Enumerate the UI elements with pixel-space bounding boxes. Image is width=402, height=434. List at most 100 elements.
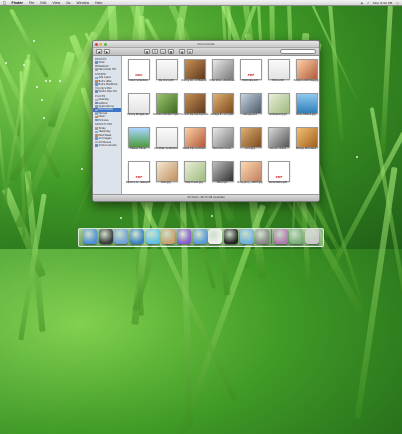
menu-view[interactable]: View [53,1,61,5]
finder-window: Documents ◀ ▶ ▣ ☰ ◫ ▩ ◉ ⚙ DEVICES iDisk Ne… [92,40,320,202]
forward-button[interactable]: ▶ [104,49,110,54]
quick-look-button[interactable]: ◉ [179,49,185,54]
image-thumbnail-icon [184,93,206,114]
file-name: Martin's S... Sale.pdf [125,181,151,184]
menu-file[interactable]: File [29,1,34,5]
file-icon-item[interactable]: DMA Chor...daddress [209,58,235,86]
preview-icon[interactable] [239,229,254,244]
file-icon-item[interactable]: Garage R...ion.pptx [209,92,235,120]
file-name: Kauai trip.numbers [182,147,206,150]
file-name: Nina_and_...2007.jpg [237,181,263,184]
ical-icon[interactable] [208,229,223,244]
icon-view-button[interactable]: ▣ [144,49,150,54]
menu-app-name[interactable]: Finder [11,1,23,5]
document-icon: DOC [128,59,150,80]
file-name: London Trains [269,147,287,150]
grass-blade [380,5,393,155]
file-icon-item[interactable]: PDF Martin's S... Sale.pdf [125,160,151,188]
menu-clock[interactable]: Mon 8:00 PM [373,1,392,5]
itunes-icon[interactable] [176,229,191,244]
spotlight-icon[interactable]: ○ [396,1,399,5]
menu-help[interactable]: Help [95,1,102,5]
file-icon-item[interactable]: Kauai trip.numbers [181,126,207,154]
ichat-icon[interactable] [145,229,160,244]
file-icon-item[interactable]: Mango Pancakes [293,126,319,154]
dashboard-icon[interactable] [98,229,113,244]
downloads-stack-icon[interactable] [289,229,304,244]
file-icon-item[interactable]: PDF Estimate.pdf [237,58,263,86]
image-thumbnail-icon [296,127,318,148]
address-book-icon[interactable] [161,229,176,244]
search-input[interactable] [280,49,316,54]
file-icon-item[interactable]: London Trains [265,126,291,154]
file-type-label: PDF [275,175,283,179]
image-thumbnail-icon [240,93,262,114]
file-icon-item[interactable]: Hawaii Travel [125,126,151,154]
sidebar-item[interactable]: Pictures [93,118,121,122]
file-icon-item[interactable]: Donny Co - in Mexico [181,58,207,86]
file-icon-item[interactable]: Lion.jpg [237,126,263,154]
document-icon [128,93,150,114]
file-icon-item[interactable]: Evelyn's birthday.jpg [293,58,319,86]
list-view-button[interactable]: ☰ [152,49,158,54]
grass-blade [354,167,398,420]
file-icon-item[interactable]: Fun and Games.keynote [180,92,209,120]
file-icon-item[interactable]: Da Vinci.pdf [153,58,179,86]
file-icon-item[interactable]: Nina_and_...2007.jpg [237,160,263,188]
wifi-icon[interactable]: ◈ [361,1,363,5]
file-name: Hawaii Travel [130,147,146,150]
file-name: Mango Pancakes [296,147,316,150]
file-icon-item[interactable]: Garage.psd [237,92,263,120]
file-name: Family Budget.xls [127,113,149,116]
file-icon-item[interactable]: Ice Shell: Antarctica [153,126,179,154]
file-grid: DOC Client Schedule Da Vinci.pdf Donny Co -… [122,56,319,195]
file-icon-item[interactable]: Mis.mp4 [209,160,235,188]
file-icon-item[interactable]: Komodo.movie [209,126,235,154]
menu-window[interactable]: Window [77,1,90,5]
image-thumbnail-icon [268,93,290,114]
cover-flow-button[interactable]: ▩ [168,49,174,54]
sidebar-item[interactable]: All Documents [93,144,121,147]
image-thumbnail-icon [128,127,150,148]
file-name: Lion.jpg [245,147,255,150]
file-icon-item[interactable]: Map Travel.jpg [181,160,207,188]
back-button[interactable]: ◀ [96,49,102,54]
window-titlebar[interactable]: Documents [93,41,319,48]
sidebar-item-icon [95,115,98,119]
sidebar-item[interactable]: Macintosh HD [93,68,121,71]
file-icon-item[interactable]: DOC Client Schedule [125,58,151,86]
action-menu-button[interactable]: ⚙ [187,49,193,54]
file-name: Mis.mp4 [216,181,228,184]
trash-icon[interactable] [305,229,320,244]
image-thumbnail-icon [212,127,234,148]
file-icon-item[interactable]: Gettysburg.gif [265,92,291,120]
file-icon-item[interactable]: Mao.jpg [153,160,179,188]
file-icon-item[interactable]: Family Budget.xls [125,92,151,120]
mail-icon[interactable] [114,229,129,244]
water-drop [5,61,8,64]
sidebar-item-icon [95,112,98,115]
file-name: Ice Shell: Antarctica [154,147,178,150]
safari-icon[interactable] [129,229,144,244]
file-icon-item[interactable]: Farmers Market Flight [153,92,179,120]
image-thumbnail-icon [212,59,234,80]
file-icon-item[interactable]: PDF Paris Metro.pdf [265,160,291,188]
apple-menu-icon[interactable]:  [3,0,5,5]
file-icon-item[interactable]: EXLA 240 [265,58,291,86]
finder-icon[interactable] [82,229,97,244]
photo-booth-icon[interactable] [224,229,239,244]
file-icon-item[interactable]: Grand Bahia.jpg [293,92,319,120]
document-icon [156,127,178,148]
column-view-button[interactable]: ◫ [160,49,166,54]
menu-go[interactable]: Go [66,1,70,5]
documents-stack-icon[interactable] [273,229,288,244]
menu-bar:  Finder File Edit View Go Window Help ◈… [0,0,402,6]
system-preferences-icon[interactable] [255,229,270,244]
iphoto-icon[interactable] [192,229,207,244]
document-icon [156,59,178,80]
menu-edit[interactable]: Edit [40,1,46,5]
image-thumbnail-icon [268,127,290,148]
sidebar-item[interactable]: Studio Mac Pro [93,90,121,93]
volume-icon[interactable]: ♪ [367,1,369,5]
sidebar-item-icon [95,61,98,64]
